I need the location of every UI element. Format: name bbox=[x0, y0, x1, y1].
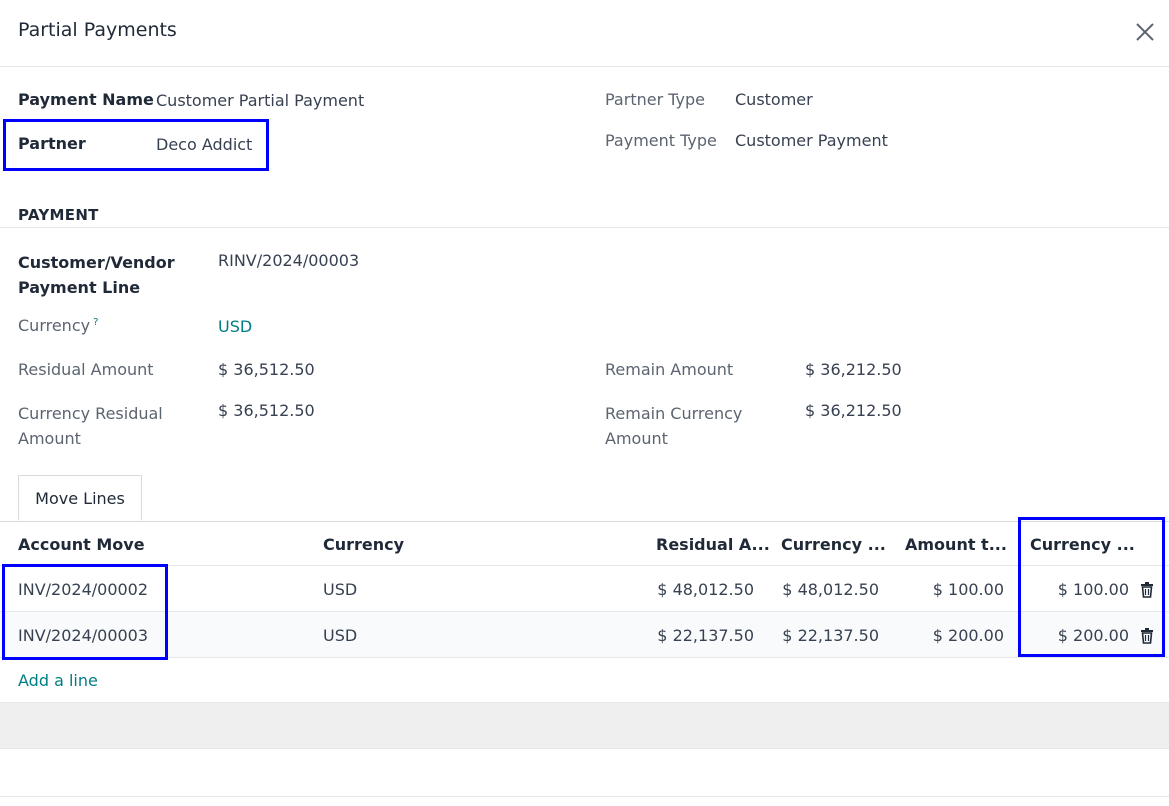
row-divider bbox=[0, 657, 1169, 658]
payment-name-field[interactable]: Customer Partial Payment bbox=[156, 91, 364, 110]
row-currency[interactable]: USD bbox=[323, 626, 357, 645]
column-header-amount[interactable]: Amount t... bbox=[905, 535, 1007, 554]
remain-amount-label: Remain Amount bbox=[605, 360, 734, 379]
row-currency[interactable]: USD bbox=[323, 580, 357, 599]
row-residual-amount[interactable]: $ 48,012.50 bbox=[620, 580, 754, 599]
partner-type-label: Partner Type bbox=[605, 90, 705, 109]
remain-amount-field[interactable]: $ 36,212.50 bbox=[805, 360, 902, 379]
column-header-currency[interactable]: Currency bbox=[323, 535, 404, 554]
currency-residual-field[interactable]: $ 36,512.50 bbox=[218, 401, 315, 420]
close-icon[interactable] bbox=[1133, 20, 1157, 44]
row-amount[interactable]: $ 200.00 bbox=[880, 626, 1004, 645]
partner-type-field[interactable]: Customer bbox=[735, 90, 813, 109]
tab-bar-divider bbox=[0, 521, 1169, 522]
currency-residual-label: Currency Residual Amount bbox=[18, 401, 163, 451]
currency-residual-label-2: Amount bbox=[18, 429, 81, 448]
row-amount[interactable]: $ 100.00 bbox=[880, 580, 1004, 599]
row-currency-residual[interactable]: $ 48,012.50 bbox=[750, 580, 879, 599]
help-icon[interactable]: ? bbox=[93, 317, 98, 328]
currency-label: Currency? bbox=[18, 316, 98, 335]
add-line-link[interactable]: Add a line bbox=[18, 671, 98, 690]
partner-highlight-box bbox=[3, 119, 269, 171]
footer-divider bbox=[0, 748, 1169, 749]
residual-amount-field[interactable]: $ 36,512.50 bbox=[218, 360, 315, 379]
bottom-divider bbox=[0, 796, 1169, 797]
column-header-account-move[interactable]: Account Move bbox=[18, 535, 145, 554]
currency-label-text: Currency bbox=[18, 316, 91, 335]
payment-type-label: Payment Type bbox=[605, 131, 717, 150]
payment-line-field[interactable]: RINV/2024/00003 bbox=[218, 251, 359, 270]
row-residual-amount[interactable]: $ 22,137.50 bbox=[620, 626, 754, 645]
header-divider bbox=[0, 66, 1169, 67]
residual-amount-label: Residual Amount bbox=[18, 360, 154, 379]
column-header-residual-amount[interactable]: Residual A... bbox=[656, 535, 770, 554]
remain-currency-label-1: Remain Currency bbox=[605, 404, 743, 423]
currency-amount-highlight-box bbox=[1018, 517, 1165, 657]
payment-section-divider bbox=[0, 227, 1169, 228]
row-currency-residual[interactable]: $ 22,137.50 bbox=[750, 626, 879, 645]
remain-currency-label-2: Amount bbox=[605, 429, 668, 448]
remain-currency-field[interactable]: $ 36,212.50 bbox=[805, 401, 902, 420]
remain-currency-label: Remain Currency Amount bbox=[605, 401, 742, 451]
dialog-title: Partial Payments bbox=[18, 19, 177, 41]
currency-residual-label-1: Currency Residual bbox=[18, 404, 163, 423]
account-move-highlight-box bbox=[2, 564, 168, 660]
payment-line-label: Customer/Vendor Payment Line bbox=[18, 250, 175, 300]
column-header-currency-residual[interactable]: Currency ... bbox=[781, 535, 886, 554]
payment-line-label-1: Customer/Vendor bbox=[18, 253, 175, 272]
payment-name-label: Payment Name bbox=[18, 90, 154, 109]
payment-type-field[interactable]: Customer Payment bbox=[735, 131, 888, 150]
tab-move-lines[interactable]: Move Lines bbox=[18, 475, 142, 521]
payment-line-label-2: Payment Line bbox=[18, 278, 141, 297]
footer-band bbox=[0, 703, 1169, 748]
payment-section-title: PAYMENT bbox=[18, 206, 99, 224]
currency-field[interactable]: USD bbox=[218, 317, 252, 336]
